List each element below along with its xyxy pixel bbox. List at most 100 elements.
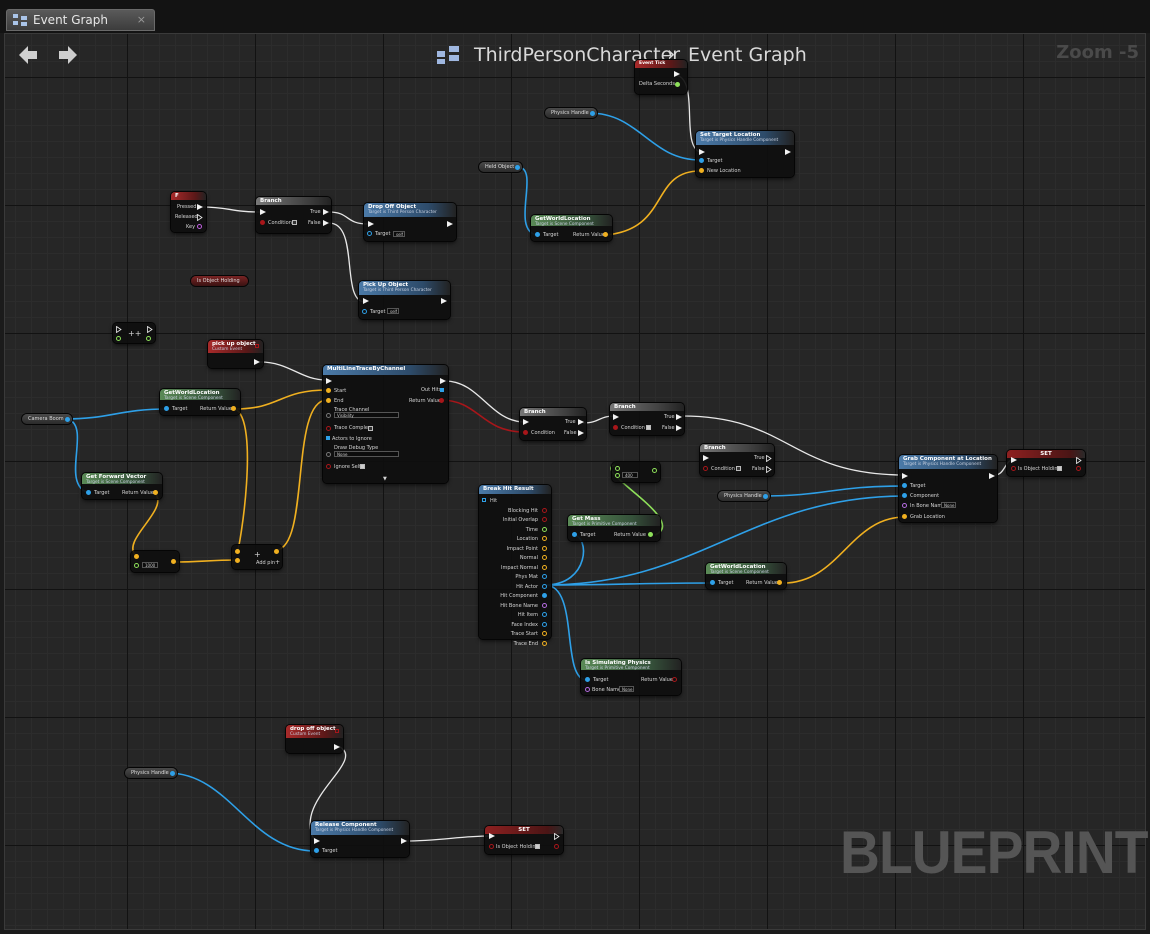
trace-complex-checkbox[interactable] [368, 426, 373, 431]
forward-arrow-icon[interactable] [57, 44, 79, 66]
compare-value-field[interactable]: 400 [622, 472, 638, 478]
exec-out-pin[interactable] [785, 149, 791, 155]
branch-node-4[interactable]: Branch Condition True False [700, 444, 774, 476]
target-pin[interactable] [699, 158, 704, 163]
get-forward-vector-node[interactable]: Get Forward Vector Target is Scene Compon… [82, 473, 162, 499]
released-pin[interactable] [197, 213, 203, 221]
hit-result-pin[interactable] [542, 545, 547, 551]
delta-seconds-pin[interactable] [675, 82, 680, 87]
exec-out-pin[interactable] [447, 221, 453, 227]
bone-name-field[interactable]: None [941, 502, 956, 508]
is-object-holding-checkbox[interactable] [1057, 466, 1062, 471]
flipflop-node[interactable]: ++ [113, 323, 155, 343]
drop-off-object-node[interactable]: Drop Off Object Target is Third Person Ch… [364, 203, 456, 241]
hit-result-pin[interactable] [542, 631, 547, 636]
get-mass-node[interactable]: Get Mass Target is Primitive Component Ta… [568, 515, 660, 541]
set-is-object-holding-node-2[interactable]: SET Is Object Holding [485, 826, 563, 854]
bone-name-field[interactable]: None [619, 686, 634, 692]
camera-boom-variable[interactable]: Camera Boom [22, 414, 72, 424]
hit-result-pin[interactable] [542, 507, 547, 513]
grab-component-node[interactable]: Grab Component at Location Target is Phys… [899, 455, 997, 522]
pick-up-object-node[interactable]: Pick Up Object Target is Third Person Cha… [359, 281, 450, 319]
pick-up-object-event-node[interactable]: pick up object Custom Event [208, 340, 263, 368]
condition-checkbox[interactable] [292, 220, 297, 225]
break-hit-result-node[interactable]: Break Hit Result Hit Blocking Hit Initial … [479, 485, 551, 647]
tab-bar: Event Graph × [0, 0, 1150, 33]
target-pin[interactable] [367, 231, 372, 236]
f-key-input-node[interactable]: F Pressed Released Key [171, 192, 206, 232]
hit-result-pin[interactable] [542, 517, 547, 522]
key-pin[interactable] [197, 224, 202, 229]
draw-debug-dropdown[interactable]: None [334, 451, 399, 457]
blueprint-icon [437, 46, 459, 64]
compare-node[interactable]: 400 [612, 462, 660, 482]
close-icon[interactable]: × [137, 13, 146, 26]
condition-checkbox[interactable] [646, 425, 651, 430]
new-location-pin[interactable] [699, 168, 704, 173]
back-arrow-icon[interactable] [17, 44, 39, 66]
hit-result-pin[interactable] [542, 536, 547, 541]
exec-in-pin[interactable] [326, 378, 332, 384]
hit-result-pin[interactable] [542, 640, 547, 646]
drop-off-object-event-node[interactable]: drop off object Custom Event [286, 725, 343, 753]
target-self-field[interactable]: self [387, 308, 399, 314]
is-simulating-physics-node[interactable]: Is Simulating Physics Target is Primitive… [581, 659, 681, 695]
condition-checkbox[interactable] [736, 466, 741, 471]
return-value-pin[interactable] [603, 232, 608, 237]
exec-out-pin[interactable] [254, 359, 260, 365]
get-world-location-node-2[interactable]: GetWorldLocation Target is Scene Componen… [160, 389, 240, 415]
end-pin[interactable] [326, 398, 331, 403]
trace-channel-dropdown[interactable]: Visibility [334, 412, 399, 418]
physics-handle-variable-3[interactable]: Physics Handle [125, 768, 177, 778]
breadcrumb-graph[interactable]: Event Graph [688, 44, 807, 66]
physics-handle-variable[interactable]: Physics Handle [545, 108, 597, 118]
exec-in-pin[interactable] [699, 149, 705, 155]
false-pin[interactable] [323, 220, 329, 226]
add-node[interactable]: + Add pin + [232, 545, 282, 569]
set-target-location-node[interactable]: Set Target Location Target is Physics Han… [696, 131, 794, 177]
tab-event-graph[interactable]: Event Graph × [6, 9, 155, 31]
exec-in-pin[interactable] [368, 221, 374, 227]
held-object-variable[interactable]: Held Object [479, 162, 523, 172]
return-value-pin[interactable] [439, 398, 444, 403]
hit-result-pin[interactable] [542, 574, 547, 579]
hit-result-pin-label: Time [525, 526, 538, 533]
exec-out-pin[interactable] [440, 378, 446, 384]
hit-result-pin[interactable] [542, 583, 547, 589]
get-world-location-node-3[interactable]: GetWorldLocation Target is Scene Componen… [706, 563, 786, 589]
multiply-value-field[interactable]: 1000 [142, 562, 158, 568]
ignore-self-checkbox[interactable] [360, 464, 365, 469]
hit-result-pin[interactable] [542, 593, 547, 598]
exec-out-pin[interactable] [441, 298, 447, 304]
physics-handle-variable-2[interactable]: Physics Handle [718, 491, 770, 501]
condition-pin[interactable] [260, 220, 265, 225]
start-pin[interactable] [326, 388, 331, 393]
hit-result-pin[interactable] [542, 612, 547, 617]
hit-result-pin[interactable] [542, 621, 547, 627]
release-component-node[interactable]: Release Component Target is Physics Handl… [311, 821, 409, 857]
hit-result-pin[interactable] [542, 526, 547, 532]
set-is-object-holding-node-1[interactable]: SET Is Object Holding [1007, 450, 1085, 476]
exec-in-pin[interactable] [260, 209, 266, 215]
branch-node-2[interactable]: Branch Condition True False [520, 408, 586, 440]
branch-node-3[interactable]: Branch Condition True False [610, 403, 684, 435]
event-tick-node[interactable]: Event Tick Delta Seconds [635, 60, 687, 94]
hit-result-pin[interactable] [542, 555, 547, 560]
true-pin[interactable] [323, 209, 329, 215]
is-object-holding-checkbox[interactable] [535, 844, 540, 849]
hit-result-pin[interactable] [482, 498, 486, 502]
exec-in-pin[interactable] [363, 298, 369, 304]
get-world-location-node-1[interactable]: GetWorldLocation Target is Scene Componen… [531, 215, 612, 241]
multi-line-trace-node[interactable]: MultiLineTraceByChannel Start End Trace … [323, 365, 448, 483]
multiply-node[interactable]: 1000 [131, 551, 179, 572]
hit-result-pin[interactable] [542, 602, 547, 608]
hit-result-pin[interactable] [542, 564, 547, 570]
target-self-field[interactable]: self [393, 231, 405, 237]
target-pin[interactable] [535, 232, 540, 237]
hit-result-pin-label: Trace Start [510, 631, 538, 637]
is-object-holding-variable[interactable]: Is Object Holding [191, 276, 248, 286]
target-pin[interactable] [362, 309, 367, 314]
exec-out-pin[interactable] [674, 71, 680, 77]
branch-node-1[interactable]: Branch Condition True False [256, 197, 331, 233]
pressed-pin[interactable] [197, 204, 203, 210]
